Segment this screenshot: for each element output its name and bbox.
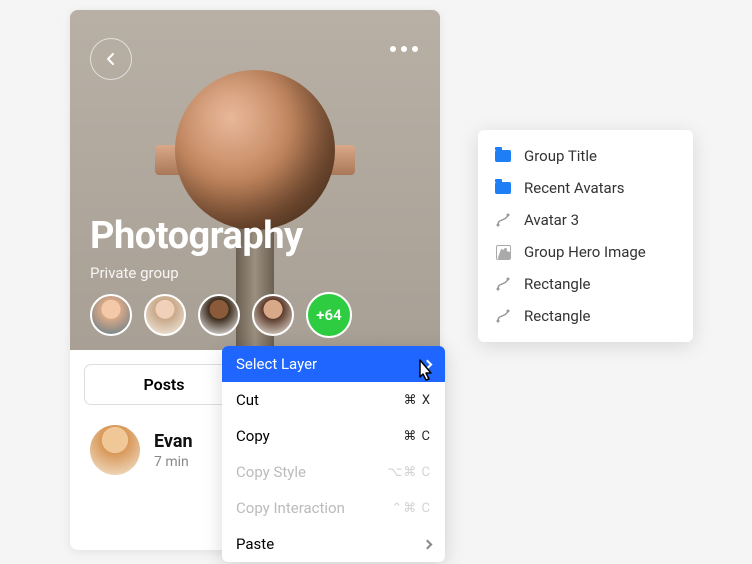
post-author-name: Evan xyxy=(154,431,193,452)
group-hero: Photography Private group +64 xyxy=(70,10,440,350)
menu-item-copy[interactable]: Copy ⌘ C xyxy=(222,418,445,454)
avatar[interactable] xyxy=(252,294,294,336)
menu-item-select-layer[interactable]: Select Layer xyxy=(222,346,445,382)
layer-item-group-title[interactable]: Group Title xyxy=(478,140,693,172)
menu-shortcut: ⌘ C xyxy=(403,429,431,444)
recent-avatars: +64 xyxy=(90,292,352,338)
path-icon xyxy=(494,275,512,293)
avatar[interactable] xyxy=(90,294,132,336)
menu-shortcut: ⌥⌘ C xyxy=(387,465,431,480)
menu-item-paste[interactable]: Paste xyxy=(222,526,445,562)
menu-item-label: Copy xyxy=(236,427,270,445)
layer-item-recent-avatars[interactable]: Recent Avatars xyxy=(478,172,693,204)
post-author-avatar[interactable] xyxy=(90,425,140,475)
path-icon xyxy=(494,211,512,229)
tab-posts[interactable]: Posts xyxy=(84,364,244,405)
dot-icon xyxy=(401,46,407,52)
group-subtitle: Private group xyxy=(90,264,179,282)
layer-item-label: Avatar 3 xyxy=(524,211,579,229)
chevron-right-icon xyxy=(423,539,433,549)
menu-item-copy-interaction: Copy Interaction ⌃⌘ C xyxy=(222,490,445,526)
layer-item-label: Recent Avatars xyxy=(524,179,625,197)
avatar-more-count[interactable]: +64 xyxy=(306,292,352,338)
menu-shortcut: ⌃⌘ C xyxy=(391,501,431,516)
menu-item-label: Paste xyxy=(236,535,274,553)
layer-item-label: Group Title xyxy=(524,147,597,165)
menu-shortcut: ⌘ X xyxy=(404,393,431,408)
group-title: Photography xyxy=(90,214,303,258)
more-button[interactable] xyxy=(390,46,418,52)
layer-item-hero-image[interactable]: Group Hero Image xyxy=(478,236,693,268)
chevron-left-icon xyxy=(104,52,118,66)
layer-item-avatar-3[interactable]: Avatar 3 xyxy=(478,204,693,236)
menu-item-label: Select Layer xyxy=(236,355,317,373)
post-meta: Evan 7 min xyxy=(154,431,193,470)
dot-icon xyxy=(390,46,396,52)
menu-item-label: Copy Interaction xyxy=(236,499,345,517)
hero-tower-ball xyxy=(175,70,335,230)
avatar[interactable] xyxy=(144,294,186,336)
context-menu: Select Layer Cut ⌘ X Copy ⌘ C Copy Style… xyxy=(222,346,445,562)
chevron-right-icon xyxy=(423,359,433,369)
dot-icon xyxy=(412,46,418,52)
layer-item-rectangle[interactable]: Rectangle xyxy=(478,268,693,300)
avatar[interactable] xyxy=(198,294,240,336)
folder-icon xyxy=(494,179,512,197)
image-icon xyxy=(494,243,512,261)
layer-item-label: Rectangle xyxy=(524,307,590,325)
post-time: 7 min xyxy=(154,454,193,470)
menu-item-label: Cut xyxy=(236,391,259,409)
layer-item-label: Rectangle xyxy=(524,275,590,293)
back-button[interactable] xyxy=(90,38,132,80)
menu-item-cut[interactable]: Cut ⌘ X xyxy=(222,382,445,418)
layer-item-rectangle[interactable]: Rectangle xyxy=(478,300,693,332)
menu-item-label: Copy Style xyxy=(236,463,306,481)
folder-icon xyxy=(494,147,512,165)
layer-submenu: Group Title Recent Avatars Avatar 3 Grou… xyxy=(478,130,693,342)
path-icon xyxy=(494,307,512,325)
menu-item-copy-style: Copy Style ⌥⌘ C xyxy=(222,454,445,490)
layer-item-label: Group Hero Image xyxy=(524,243,646,261)
